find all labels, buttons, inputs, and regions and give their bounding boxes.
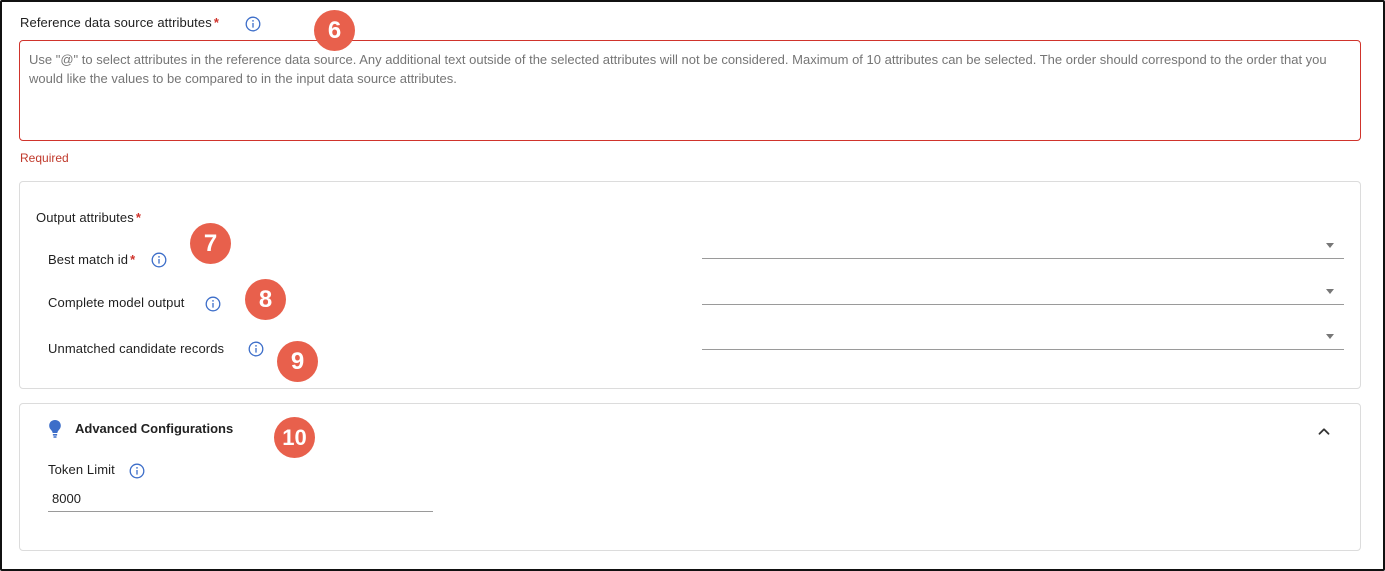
unmatched-candidate-records-label-text: Unmatched candidate records: [48, 341, 225, 356]
best-match-id-label-text: Best match id: [48, 252, 129, 267]
annotation-badge: 7: [190, 223, 231, 264]
chevron-down-icon: [1326, 289, 1334, 294]
reference-attributes-label-text: Reference data source attributes: [20, 15, 212, 30]
reference-attributes-textarea[interactable]: [19, 40, 1361, 141]
select-underline: [702, 304, 1344, 305]
reference-attributes-label: Reference data source attributes *: [20, 15, 219, 30]
advanced-configurations-title: Advanced Configurations: [75, 421, 234, 436]
info-icon[interactable]: [151, 252, 167, 268]
annotation-badge: 9: [277, 341, 318, 382]
reference-error-text: Required: [20, 151, 69, 165]
output-attributes-label: Output attributes *: [36, 210, 141, 225]
required-asterisk: *: [213, 15, 219, 30]
info-icon[interactable]: [245, 16, 261, 32]
token-limit-label: Token Limit: [48, 462, 115, 477]
complete-model-output-select[interactable]: [702, 278, 1344, 305]
required-asterisk: *: [130, 252, 136, 267]
select-underline: [702, 349, 1344, 350]
chevron-down-icon: [1326, 334, 1334, 339]
select-underline: [702, 258, 1344, 259]
best-match-id-select[interactable]: [702, 232, 1344, 259]
advanced-configurations-header[interactable]: Advanced Configurations: [20, 404, 1360, 452]
annotation-badge: 10: [274, 417, 315, 458]
lightbulb-icon: [48, 419, 62, 439]
output-attributes-label-text: Output attributes: [36, 210, 134, 225]
info-icon[interactable]: [129, 463, 145, 479]
complete-model-output-label: Complete model output: [48, 295, 185, 310]
annotation-badge: 8: [245, 279, 286, 320]
chevron-up-icon[interactable]: [1318, 422, 1330, 435]
info-icon[interactable]: [248, 341, 264, 357]
token-limit-input[interactable]: [48, 486, 433, 512]
info-icon[interactable]: [205, 296, 221, 312]
required-asterisk: *: [135, 210, 141, 225]
unmatched-candidate-records-label: Unmatched candidate records: [48, 341, 224, 356]
best-match-id-label: Best match id *: [48, 252, 135, 267]
chevron-down-icon: [1326, 243, 1334, 248]
complete-model-output-label-text: Complete model output: [48, 295, 185, 310]
annotation-badge: 6: [314, 10, 355, 51]
unmatched-candidate-records-select[interactable]: [702, 323, 1344, 350]
